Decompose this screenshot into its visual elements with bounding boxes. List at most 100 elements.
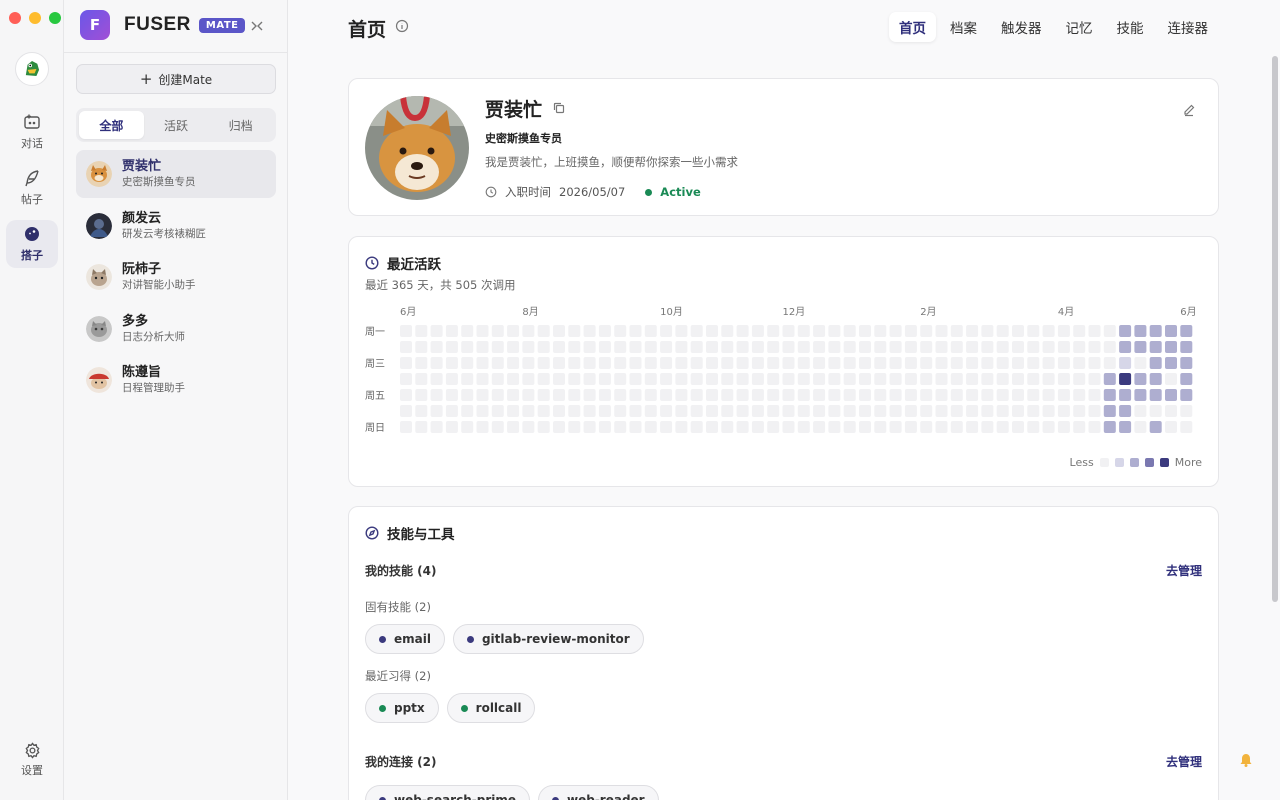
heatmap-cell[interactable] <box>629 405 642 417</box>
heatmap-cell[interactable] <box>491 357 504 369</box>
heatmap-cell[interactable] <box>400 325 412 337</box>
heatmap-cell[interactable] <box>1180 373 1193 385</box>
heatmap-cell[interactable] <box>445 357 458 369</box>
heatmap-cell[interactable] <box>415 325 428 337</box>
heatmap-cell[interactable] <box>1012 389 1024 401</box>
heatmap-cell[interactable] <box>461 389 474 401</box>
heatmap-cell[interactable] <box>1042 421 1055 433</box>
heatmap-cell[interactable] <box>889 405 902 417</box>
heatmap-cell[interactable] <box>797 341 810 353</box>
mate-item[interactable]: 多多 日志分析大师 <box>76 305 276 353</box>
heatmap-cell[interactable] <box>537 341 550 353</box>
heatmap-cell[interactable] <box>445 341 458 353</box>
heatmap-cell[interactable] <box>660 421 673 433</box>
heatmap-cell[interactable] <box>507 341 520 353</box>
heatmap-cell[interactable] <box>1119 421 1132 433</box>
heatmap-cell[interactable] <box>1103 341 1116 353</box>
heatmap-cell[interactable] <box>966 405 979 417</box>
heatmap-cell[interactable] <box>767 389 780 401</box>
heatmap-cell[interactable] <box>920 341 933 353</box>
heatmap-cell[interactable] <box>859 373 871 385</box>
heatmap-cell[interactable] <box>797 389 810 401</box>
heatmap-cell[interactable] <box>629 357 642 369</box>
heatmap-cell[interactable] <box>1134 405 1147 417</box>
heatmap-cell[interactable] <box>629 341 642 353</box>
heatmap-cell[interactable] <box>400 341 412 353</box>
heatmap-cell[interactable] <box>981 421 994 433</box>
heatmap-cell[interactable] <box>874 341 887 353</box>
heatmap-cell[interactable] <box>935 405 948 417</box>
heatmap-cell[interactable] <box>966 325 979 337</box>
heatmap-cell[interactable] <box>797 405 810 417</box>
scrollbar[interactable] <box>1272 56 1278 602</box>
heatmap-cell[interactable] <box>568 405 581 417</box>
heatmap-cell[interactable] <box>1103 405 1116 417</box>
heatmap-cell[interactable] <box>828 341 841 353</box>
heatmap-cell[interactable] <box>1088 405 1101 417</box>
heatmap-cell[interactable] <box>736 389 749 401</box>
user-avatar[interactable] <box>15 52 49 86</box>
heatmap-cell[interactable] <box>721 405 734 417</box>
heatmap-cell[interactable] <box>644 325 657 337</box>
heatmap-cell[interactable] <box>415 341 428 353</box>
heatmap-cell[interactable] <box>813 421 826 433</box>
heatmap-cell[interactable] <box>445 405 458 417</box>
heatmap-cell[interactable] <box>430 325 443 337</box>
tab-connectors[interactable]: 连接器 <box>1158 12 1219 42</box>
tab-home[interactable]: 首页 <box>889 12 936 42</box>
heatmap-cell[interactable] <box>966 373 979 385</box>
heatmap-cell[interactable] <box>614 405 627 417</box>
heatmap-cell[interactable] <box>920 389 933 401</box>
heatmap-cell[interactable] <box>660 373 673 385</box>
heatmap-cell[interactable] <box>491 325 504 337</box>
heatmap-cell[interactable] <box>706 341 718 353</box>
heatmap-cell[interactable] <box>874 389 887 401</box>
heatmap-cell[interactable] <box>644 341 657 353</box>
heatmap-cell[interactable] <box>1165 389 1177 401</box>
heatmap-cell[interactable] <box>400 389 412 401</box>
heatmap-cell[interactable] <box>782 373 795 385</box>
heatmap-cell[interactable] <box>1119 405 1132 417</box>
heatmap-cell[interactable] <box>828 405 841 417</box>
heatmap-cell[interactable] <box>614 325 627 337</box>
heatmap-cell[interactable] <box>782 421 795 433</box>
heatmap-cell[interactable] <box>553 421 565 433</box>
heatmap-cell[interactable] <box>553 325 565 337</box>
heatmap-cell[interactable] <box>476 341 489 353</box>
heatmap-cell[interactable] <box>767 341 780 353</box>
heatmap-cell[interactable] <box>1088 373 1101 385</box>
heatmap-cell[interactable] <box>1057 325 1070 337</box>
heatmap-cell[interactable] <box>476 405 489 417</box>
heatmap-cell[interactable] <box>400 357 412 369</box>
heatmap-cell[interactable] <box>1103 373 1116 385</box>
heatmap-cell[interactable] <box>522 341 535 353</box>
heatmap-cell[interactable] <box>904 373 917 385</box>
heatmap-cell[interactable] <box>507 373 520 385</box>
heatmap-cell[interactable] <box>491 421 504 433</box>
heatmap-cell[interactable] <box>1119 373 1132 385</box>
heatmap-cell[interactable] <box>859 357 871 369</box>
heatmap-cell[interactable] <box>1027 325 1040 337</box>
heatmap-cell[interactable] <box>706 405 718 417</box>
heatmap-cell[interactable] <box>904 325 917 337</box>
heatmap-cell[interactable] <box>461 325 474 337</box>
heatmap-cell[interactable] <box>1073 405 1086 417</box>
heatmap-cell[interactable] <box>1180 357 1193 369</box>
heatmap-cell[interactable] <box>904 357 917 369</box>
heatmap-cell[interactable] <box>598 421 611 433</box>
heatmap-cell[interactable] <box>461 421 474 433</box>
heatmap-cell[interactable] <box>400 421 412 433</box>
heatmap-cell[interactable] <box>767 421 780 433</box>
heatmap-cell[interactable] <box>1057 389 1070 401</box>
settings-button[interactable]: 设置 <box>6 742 58 782</box>
heatmap-cell[interactable] <box>1134 421 1147 433</box>
heatmap-cell[interactable] <box>1042 325 1055 337</box>
heatmap-cell[interactable] <box>598 325 611 337</box>
heatmap-cell[interactable] <box>859 405 871 417</box>
heatmap-cell[interactable] <box>721 373 734 385</box>
heatmap-cell[interactable] <box>1042 373 1055 385</box>
heatmap-cell[interactable] <box>1103 421 1116 433</box>
heatmap-cell[interactable] <box>920 421 933 433</box>
heatmap-cell[interactable] <box>1103 357 1116 369</box>
heatmap-cell[interactable] <box>1057 357 1070 369</box>
